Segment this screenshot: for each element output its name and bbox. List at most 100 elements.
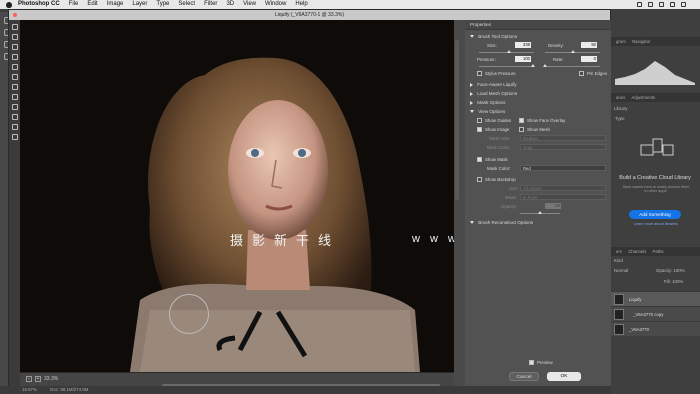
tab-libraries[interactable]: aries <box>616 95 625 100</box>
menu-filter[interactable]: Filter <box>204 0 217 9</box>
show-backdrop-row: Show Backdrop <box>465 175 612 184</box>
brush-reconstruct-header[interactable]: Brush Reconstruct Options <box>465 218 612 227</box>
density-slider-knob[interactable] <box>571 50 575 53</box>
tab-histogram[interactable]: gram <box>616 39 626 44</box>
mode-select[interactable]: In Front <box>520 194 606 200</box>
layer-row[interactable]: _V6A3770 <box>611 321 700 336</box>
menu-help[interactable]: Help <box>295 0 307 9</box>
learn-more-link[interactable]: Learn more about libraries <box>621 222 691 226</box>
show-backdrop-checkbox[interactable] <box>477 177 482 182</box>
menu-view[interactable]: View <box>243 0 256 9</box>
forward-warp-tool-icon[interactable] <box>11 24 18 30</box>
zoom-tool-icon[interactable] <box>11 134 18 140</box>
add-something-button[interactable]: Add Something <box>629 210 681 219</box>
pressure-rate-row: Pressure: 100 Rate: 0 <box>465 55 612 64</box>
pressure-field[interactable]: 100 <box>515 56 531 62</box>
menu-file[interactable]: File <box>69 0 79 9</box>
status-zoom[interactable]: 16.67% <box>22 387 37 392</box>
tab-paths[interactable]: Paths <box>653 249 664 254</box>
rate-label: Rate: <box>553 57 564 62</box>
type-filter[interactable]: Type <box>611 116 700 121</box>
canvas-vertical-scrollbar[interactable] <box>455 40 459 200</box>
tab-navigator[interactable]: Navigator <box>632 39 650 44</box>
status-icon[interactable] <box>637 2 642 7</box>
opacity-slider-knob[interactable] <box>538 211 542 214</box>
mode-label: Mode: <box>505 195 518 200</box>
show-mesh-checkbox[interactable] <box>519 127 524 132</box>
rate-slider-knob[interactable] <box>543 64 547 67</box>
menu-type[interactable]: Type <box>156 0 169 9</box>
zoom-in-icon[interactable]: + <box>35 376 41 382</box>
bloat-tool-icon[interactable] <box>11 74 18 80</box>
menu-select[interactable]: Select <box>178 0 195 9</box>
show-face-overlay-checkbox[interactable] <box>519 118 524 123</box>
mesh-color-row: Mesh Color: Gray <box>465 143 612 152</box>
thaw-mask-tool-icon[interactable] <box>11 104 18 110</box>
face-aware-liquify-header[interactable]: Face-Aware Liquify <box>465 80 612 89</box>
pressure-slider-knob[interactable] <box>531 64 535 67</box>
pin-edges-checkbox[interactable] <box>579 71 584 76</box>
app-name[interactable]: Photoshop CC <box>18 0 60 9</box>
hand-tool-icon[interactable] <box>11 124 18 130</box>
menu-list-icon[interactable] <box>681 2 686 7</box>
mask-options-header[interactable]: Mask Options <box>465 98 612 107</box>
close-window-icon[interactable] <box>13 13 17 17</box>
stylus-pressure-checkbox[interactable] <box>477 71 482 76</box>
layer-kind-filter[interactable]: Kind <box>614 258 623 263</box>
mesh-color-select[interactable]: Gray <box>520 144 606 150</box>
tab-adjustments[interactable]: Adjustments <box>632 95 656 100</box>
wifi-icon[interactable] <box>648 2 653 7</box>
layer-fill-value[interactable]: 100% <box>672 279 683 284</box>
freeze-mask-tool-icon[interactable] <box>11 94 18 100</box>
rate-field[interactable]: 0 <box>581 56 597 62</box>
use-select[interactable]: All Layers <box>520 185 606 191</box>
show-image-checkbox[interactable] <box>477 127 482 132</box>
library-selector[interactable]: Library <box>611 106 700 111</box>
histogram-graph <box>615 61 695 85</box>
liquify-canvas[interactable]: 摄影新干线 www.photosks.vip <box>20 20 454 372</box>
menu-layer[interactable]: Layer <box>132 0 147 9</box>
mesh-size-select[interactable]: Medium <box>520 135 606 141</box>
brush-cursor <box>169 294 209 334</box>
layer-row[interactable]: Liquify <box>611 291 700 306</box>
blend-mode-select[interactable]: Normal <box>614 268 628 273</box>
push-left-tool-icon[interactable] <box>11 84 18 90</box>
menu-window[interactable]: Window <box>265 0 286 9</box>
cancel-button[interactable]: Cancel <box>509 372 539 381</box>
layer-fill-label: Fill: <box>664 279 671 284</box>
rate-slider[interactable] <box>545 66 600 67</box>
brush-tool-options-header[interactable]: Brush Tool Options <box>465 32 612 41</box>
show-guides-checkbox[interactable] <box>477 118 482 123</box>
pressure-slider[interactable] <box>479 66 534 67</box>
menu-image[interactable]: Image <box>107 0 124 9</box>
layer-opacity-label: Opacity: <box>656 268 673 273</box>
zoom-level[interactable]: 33.3% <box>44 376 58 382</box>
mesh-size-label: Mesh Size: <box>489 136 511 141</box>
ok-button[interactable]: OK <box>547 372 581 381</box>
mask-color-select[interactable]: Red <box>520 165 606 171</box>
layer-row[interactable]: _V6A3770 copy <box>611 306 700 321</box>
preview-checkbox[interactable] <box>529 360 534 365</box>
opacity-field[interactable]: 50 <box>545 203 561 209</box>
tab-layers[interactable]: ers <box>616 249 622 254</box>
search-icon[interactable] <box>670 2 675 7</box>
view-options-header[interactable]: View Options <box>465 107 612 116</box>
twirl-tool-icon[interactable] <box>11 54 18 60</box>
battery-icon[interactable] <box>659 2 664 7</box>
tab-channels[interactable]: Channels <box>628 249 646 254</box>
layer-opacity-value[interactable]: 100% <box>673 268 684 273</box>
pucker-tool-icon[interactable] <box>11 64 18 70</box>
size-field[interactable]: 338 <box>515 42 531 48</box>
reconstruct-tool-icon[interactable] <box>11 34 18 40</box>
size-slider-knob[interactable] <box>507 50 511 53</box>
menu-edit[interactable]: Edit <box>87 0 97 9</box>
apple-icon[interactable] <box>6 1 12 8</box>
opacity-slider-row <box>465 211 612 216</box>
face-tool-icon[interactable] <box>11 114 18 120</box>
density-field[interactable]: 50 <box>581 42 597 48</box>
menu-3d[interactable]: 3D <box>226 0 234 9</box>
smooth-tool-icon[interactable] <box>11 44 18 50</box>
load-mesh-options-header[interactable]: Load Mesh Options <box>465 89 612 98</box>
show-mask-checkbox[interactable] <box>477 157 482 162</box>
zoom-out-icon[interactable]: − <box>26 376 32 382</box>
